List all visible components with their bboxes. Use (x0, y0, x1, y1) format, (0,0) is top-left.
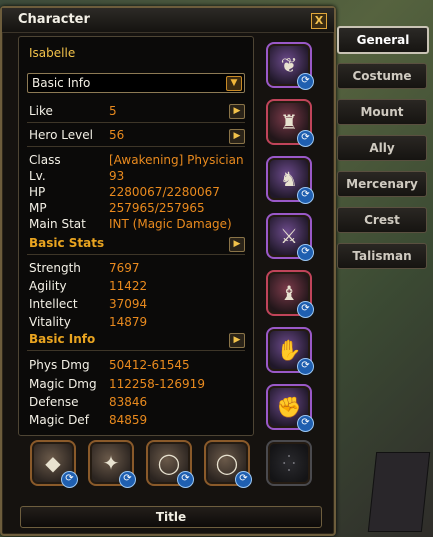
equipment-slot-wings[interactable]: ✦ ⟳ (88, 440, 136, 488)
character-name: Isabelle (29, 46, 76, 60)
tab-crest[interactable]: Crest (337, 207, 427, 233)
tab-general[interactable]: General (337, 26, 429, 54)
equipment-slot-empty[interactable]: ⁛ (266, 440, 312, 486)
info-dropdown[interactable]: Basic Info ▼ (27, 73, 245, 93)
mp-label: MP (29, 201, 47, 215)
necklace-icon: ❦ (280, 53, 298, 77)
swap-icon[interactable]: ⟳ (61, 471, 78, 488)
agility-value: 11422 (109, 279, 148, 293)
empty-slot-icon: ⁛ (282, 453, 296, 473)
defense-value: 83846 (109, 395, 148, 409)
intellect-value: 37094 (109, 297, 148, 311)
swap-icon[interactable]: ⟳ (297, 301, 314, 318)
divider (27, 350, 245, 351)
main-stat-value: INT (Magic Damage) (109, 217, 232, 231)
hero-level-label: Hero Level (29, 128, 93, 142)
equipment-slot-armor[interactable]: ♜ ⟳ (266, 99, 314, 147)
equipment-slot-pants[interactable]: ♞ ⟳ (266, 156, 314, 204)
swap-icon[interactable]: ⟳ (297, 73, 314, 90)
phys-dmg-label: Phys Dmg (29, 358, 90, 372)
wings-icon: ✦ (102, 451, 120, 475)
divider (27, 122, 245, 123)
equipment-slot-earring[interactable]: ◆ ⟳ (30, 440, 78, 488)
equipment-slot-necklace[interactable]: ❦ ⟳ (266, 42, 314, 90)
agility-label: Agility (29, 279, 67, 293)
tab-costume[interactable]: Costume (337, 63, 427, 89)
magic-def-label: Magic Def (29, 413, 89, 427)
hp-label: HP (29, 185, 46, 199)
swap-icon[interactable]: ⟳ (297, 130, 314, 147)
weapon-icon: ⚔ (280, 224, 298, 248)
level-value: 93 (109, 169, 125, 183)
dropdown-value: Basic Info (32, 76, 91, 90)
vitality-value: 14879 (109, 315, 148, 329)
equipment-slot-boots[interactable]: ♝ ⟳ (266, 270, 314, 318)
chevron-right-icon[interactable]: ▶ (229, 237, 245, 252)
tab-mount[interactable]: Mount (337, 99, 427, 125)
intellect-label: Intellect (29, 297, 78, 311)
ring-icon: ◯ (215, 451, 239, 475)
swap-icon[interactable]: ⟳ (235, 471, 252, 488)
swap-icon[interactable]: ⟳ (297, 244, 314, 261)
equipment-slot-weapon[interactable]: ⚔ ⟳ (266, 213, 314, 261)
chevron-right-icon[interactable]: ▶ (229, 129, 245, 144)
equipment-slot-gloves[interactable]: ✋ ⟳ (266, 327, 314, 375)
equipment-slot-ring-1[interactable]: ◯ ⟳ (146, 440, 194, 488)
strength-value: 7697 (109, 261, 140, 275)
like-value: 5 (109, 104, 117, 118)
hero-level-value: 56 (109, 128, 125, 142)
magic-dmg-label: Magic Dmg (29, 377, 97, 391)
swap-icon[interactable]: ⟳ (177, 471, 194, 488)
divider (27, 254, 245, 255)
tab-ally[interactable]: Ally (337, 135, 427, 161)
basic-stats-heading: Basic Stats (29, 236, 105, 250)
hp-value: 2280067/2280067 (109, 185, 220, 199)
character-window: Character X Isabelle Basic Info ▼ Like 5… (0, 6, 336, 536)
coffin-prop (367, 452, 431, 532)
boots-icon: ♝ (280, 281, 298, 305)
close-icon[interactable]: X (311, 13, 327, 29)
chevron-down-icon[interactable]: ▼ (226, 76, 242, 91)
chevron-right-icon[interactable]: ▶ (229, 104, 245, 119)
mp-value: 257965/257965 (109, 201, 205, 215)
info-panel: Isabelle Basic Info ▼ Like 5 ▶ Hero Leve… (18, 36, 254, 436)
strength-label: Strength (29, 261, 81, 275)
magic-def-value: 84859 (109, 413, 148, 427)
tab-mercenary[interactable]: Mercenary (337, 171, 427, 197)
phys-dmg-value: 50412-61545 (109, 358, 190, 372)
earring-icon: ◆ (45, 451, 61, 475)
vitality-label: Vitality (29, 315, 71, 329)
pants-icon: ♞ (280, 167, 298, 191)
main-stat-label: Main Stat (29, 217, 86, 231)
equipment-slot-gauntlet[interactable]: ✊ ⟳ (266, 384, 314, 432)
basic-info-heading: Basic Info (29, 332, 96, 346)
swap-icon[interactable]: ⟳ (297, 415, 314, 432)
ring-icon: ◯ (157, 451, 181, 475)
defense-label: Defense (29, 395, 79, 409)
window-title: Character (18, 12, 90, 27)
gloves-icon: ✋ (276, 338, 302, 362)
swap-icon[interactable]: ⟳ (297, 358, 314, 375)
level-label: Lv. (29, 169, 46, 183)
class-label: Class (29, 153, 61, 167)
swap-icon[interactable]: ⟳ (119, 471, 136, 488)
armor-icon: ♜ (280, 110, 298, 134)
like-label: Like (29, 104, 53, 118)
title-button[interactable]: Title (20, 506, 322, 528)
divider (27, 146, 245, 147)
titlebar[interactable]: Character X (2, 8, 334, 33)
equipment-slot-ring-2[interactable]: ◯ ⟳ (204, 440, 252, 488)
chevron-right-icon[interactable]: ▶ (229, 333, 245, 348)
tab-talisman[interactable]: Talisman (337, 243, 427, 269)
class-value: [Awakening] Physician (109, 153, 244, 167)
swap-icon[interactable]: ⟳ (297, 187, 314, 204)
gauntlet-icon: ✊ (276, 395, 302, 419)
magic-dmg-value: 112258-126919 (109, 377, 205, 391)
